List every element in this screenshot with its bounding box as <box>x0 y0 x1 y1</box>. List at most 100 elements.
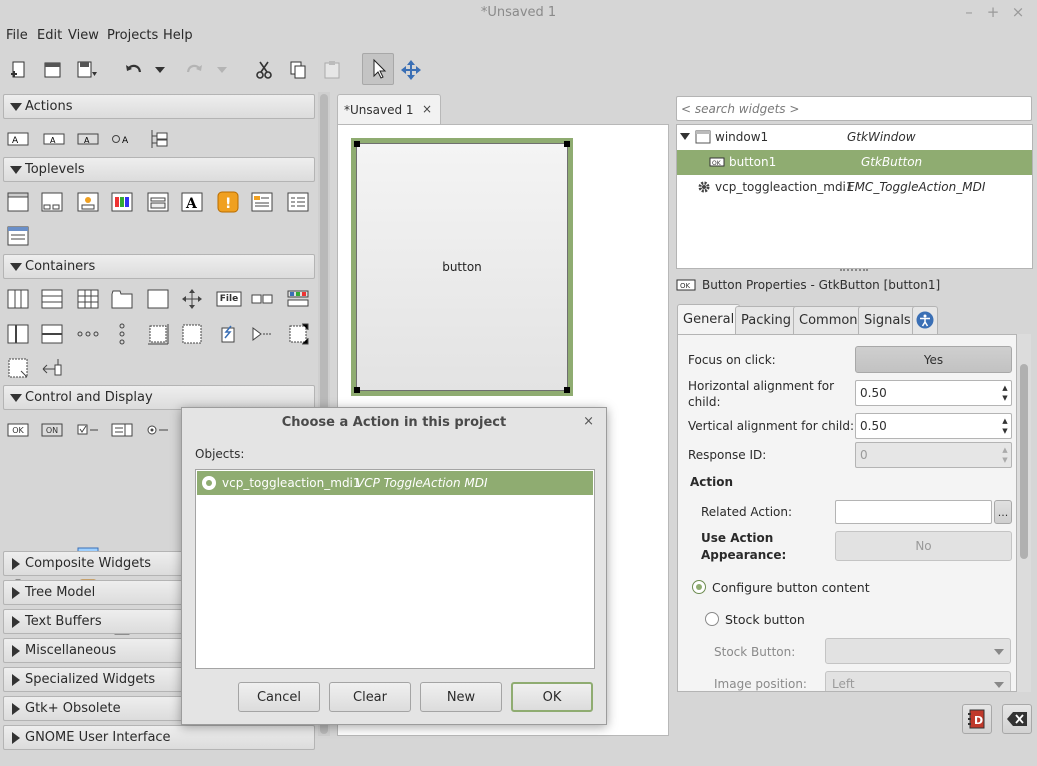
font-selection-dialog-icon[interactable]: A <box>180 190 204 214</box>
toolbar-icon[interactable] <box>286 287 310 311</box>
spin-arrows-icon[interactable]: ▲ ▼ <box>1001 416 1009 436</box>
resize-handle-top-right[interactable] <box>564 141 570 147</box>
scrolled-window-icon[interactable] <box>146 322 170 346</box>
vertical-alignment-spin[interactable]: 0.50 ▲ ▼ <box>855 413 1012 439</box>
tab-close-icon[interactable]: × <box>422 102 432 116</box>
tab-unsaved-1[interactable]: *Unsaved 1 × <box>337 94 441 124</box>
spin-button-icon[interactable] <box>110 418 134 442</box>
layout-icon[interactable] <box>6 356 30 380</box>
cut-icon[interactable] <box>250 56 278 84</box>
related-action-field[interactable] <box>835 500 992 524</box>
about-dialog-icon[interactable]: ! <box>216 190 240 214</box>
focus-on-click-toggle[interactable]: Yes <box>855 346 1012 373</box>
open-icon[interactable] <box>39 56 67 84</box>
offscreen-window-icon[interactable] <box>6 224 30 248</box>
clear-button[interactable] <box>1002 704 1032 734</box>
tree-row-vcp-toggleaction-mdi1[interactable]: vcp_toggleaction_mdi1 EMC_ToggleAction_M… <box>677 175 1032 200</box>
vertical-menu-icon[interactable] <box>110 322 134 346</box>
menu-help[interactable]: Help <box>163 28 193 43</box>
handle-box-icon[interactable] <box>40 356 64 380</box>
spin-arrows-icon[interactable]: ▲ ▼ <box>1001 383 1009 403</box>
tab-general[interactable]: General <box>677 304 741 334</box>
close-window-button[interactable]: × <box>1009 3 1027 21</box>
action-icon[interactable]: A <box>6 127 30 151</box>
new-icon[interactable] <box>5 56 33 84</box>
tree-row-button1[interactable]: OK button1 GtkButton <box>677 150 1032 175</box>
vpaned-icon[interactable] <box>40 322 64 346</box>
alignment-icon[interactable] <box>216 322 240 346</box>
category-toplevels[interactable]: Toplevels <box>3 157 315 182</box>
message-dialog-icon[interactable] <box>76 190 100 214</box>
menu-edit[interactable]: Edit <box>37 28 62 43</box>
design-button1[interactable]: button <box>356 143 568 391</box>
debugger-button[interactable]: D <box>962 704 992 734</box>
expander-icon[interactable] <box>250 322 274 346</box>
radio-button-icon[interactable] <box>146 418 170 442</box>
expander-down-icon[interactable] <box>680 133 690 141</box>
radio-action-icon[interactable]: A <box>76 127 100 151</box>
fixed-icon[interactable] <box>180 287 204 311</box>
dialog-icon[interactable] <box>40 190 64 214</box>
table-icon[interactable] <box>76 287 100 311</box>
maximize-button[interactable]: + <box>984 3 1002 21</box>
pointer-icon[interactable] <box>362 53 394 85</box>
horizontal-alignment-spin[interactable]: 0.50 ▲ ▼ <box>855 380 1012 406</box>
tab-accessibility[interactable] <box>912 306 938 334</box>
save-icon[interactable] <box>73 56 101 84</box>
stock-button-radio[interactable] <box>705 612 719 626</box>
vbox-icon[interactable] <box>40 287 64 311</box>
tab-packing[interactable]: Packing <box>735 306 798 334</box>
tab-common[interactable]: Common <box>793 306 864 334</box>
menu-file[interactable]: File <box>6 28 28 43</box>
category-containers[interactable]: Containers <box>3 254 315 279</box>
ok-button[interactable]: OK <box>511 682 593 712</box>
file-chooser-dialog-icon[interactable] <box>146 190 170 214</box>
menu-view[interactable]: View <box>68 28 99 43</box>
tab-signals[interactable]: Signals <box>858 306 917 334</box>
frame-icon[interactable] <box>146 287 170 311</box>
drag-resize-icon[interactable] <box>397 56 425 84</box>
recent-action-icon[interactable]: A <box>110 127 134 151</box>
object-radio[interactable] <box>202 476 216 490</box>
action-group-icon[interactable] <box>146 127 170 151</box>
dialog-close-icon[interactable]: × <box>583 414 594 429</box>
toggle-button-icon[interactable]: ON <box>40 418 64 442</box>
check-button-icon[interactable] <box>76 418 100 442</box>
category-actions[interactable]: Actions <box>3 94 315 119</box>
file-icon[interactable]: File <box>216 287 242 311</box>
notebook-icon[interactable] <box>110 287 134 311</box>
properties-scrollbar[interactable] <box>1017 334 1031 692</box>
clear-button[interactable]: Clear <box>329 682 411 712</box>
resize-handle-top-left[interactable] <box>354 141 360 147</box>
button-box-icon[interactable] <box>250 287 274 311</box>
configure-content-radio[interactable] <box>692 580 706 594</box>
cancel-button[interactable]: Cancel <box>238 682 320 712</box>
window-icon[interactable] <box>6 190 30 214</box>
hbox-icon[interactable] <box>6 287 30 311</box>
undo-dropdown-icon[interactable] <box>150 56 170 84</box>
assistant-icon[interactable] <box>286 190 310 214</box>
resize-handle-bottom-right[interactable] <box>564 387 570 393</box>
resize-handle-bottom-left[interactable] <box>354 387 360 393</box>
pane-divider-handle[interactable] <box>840 269 868 273</box>
new-button[interactable]: New <box>420 682 502 712</box>
event-box-icon[interactable] <box>286 322 310 346</box>
minimize-button[interactable]: – <box>960 3 978 21</box>
hpaned-icon[interactable] <box>6 322 30 346</box>
color-selection-dialog-icon[interactable] <box>110 190 134 214</box>
list-item[interactable]: vcp_toggleaction_mdi1 VCP ToggleAction M… <box>197 471 593 495</box>
viewport-icon[interactable] <box>180 322 204 346</box>
properties-scrollbar-thumb[interactable] <box>1020 364 1028 559</box>
design-window1[interactable]: button <box>351 138 573 396</box>
recent-chooser-dialog-icon[interactable] <box>250 190 274 214</box>
menu-projects[interactable]: Projects <box>107 28 158 43</box>
category-gnome-user-interface[interactable]: GNOME User Interface <box>3 725 315 750</box>
undo-icon[interactable] <box>120 56 148 84</box>
toggle-action-icon[interactable]: A <box>42 127 66 151</box>
related-action-browse-button[interactable]: ... <box>994 500 1012 524</box>
button-widget-icon[interactable]: OK <box>6 418 30 442</box>
tree-row-window1[interactable]: window1 GtkWindow <box>677 125 1032 150</box>
copy-icon[interactable] <box>284 56 312 84</box>
search-widgets-input[interactable]: < search widgets > <box>676 96 1032 121</box>
menubar-icon[interactable] <box>76 322 100 346</box>
